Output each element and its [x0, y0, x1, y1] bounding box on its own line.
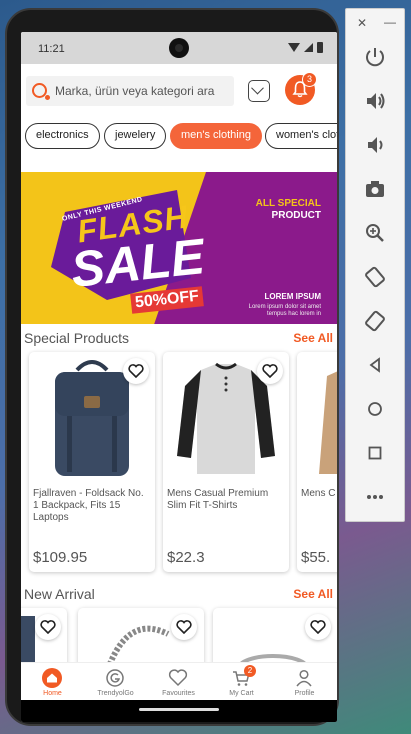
minimize-icon[interactable]: —	[384, 15, 396, 29]
zoom-icon[interactable]	[361, 219, 389, 247]
search-placeholder: Marka, ürün veya kategori ara	[55, 84, 215, 98]
heart-icon	[262, 364, 278, 378]
nav-label: Profile	[294, 690, 315, 697]
rotate-left-icon[interactable]	[361, 263, 389, 291]
bottom-navigation: Home TrendyolGo Favourites 2 My Cart Pro…	[21, 662, 337, 700]
product-card[interactable]: Fjallraven - Foldsack No. 1 Backpack, Fi…	[29, 352, 155, 572]
signal-icon	[304, 43, 313, 52]
status-icons	[288, 42, 323, 53]
product-name: Fjallraven - Foldsack No. 1 Backpack, Fi…	[33, 488, 144, 523]
nav-my-cart[interactable]: 2 My Cart	[210, 663, 273, 701]
status-time: 11:21	[38, 43, 65, 55]
heart-icon	[40, 620, 56, 634]
heart-icon	[310, 620, 326, 634]
special-products-title: Special Products	[24, 330, 130, 346]
battery-icon	[317, 42, 323, 53]
nav-label: My Cart	[229, 690, 254, 697]
favorite-button[interactable]	[35, 614, 61, 640]
wifi-icon	[288, 43, 300, 52]
product-card[interactable]: Mens Casual Premium Slim Fit T-Shirts $2…	[163, 352, 289, 572]
nav-label: TrendyolGo	[97, 690, 134, 697]
gesture-bar	[21, 700, 337, 722]
nav-trendyolgo[interactable]: TrendyolGo	[84, 663, 147, 701]
nav-label: Home	[43, 690, 62, 697]
chip-mens-clothing[interactable]: men's clothing	[170, 123, 262, 149]
flash-sale-banner[interactable]: ONLY THIS WEEKEND FLASH SALE 50%OFF ALL …	[21, 172, 337, 324]
back-icon[interactable]	[361, 351, 389, 379]
favorite-button[interactable]	[305, 614, 331, 640]
chip-womens-clothing[interactable]: women's clothing	[265, 123, 337, 149]
product-image-jacket	[319, 371, 337, 474]
banner-side-subtitle: PRODUCT	[271, 210, 321, 221]
heart-icon	[128, 364, 144, 378]
favorite-button[interactable]	[123, 358, 149, 384]
nav-label: Favourites	[162, 690, 195, 697]
toolbar-header: ✕ —	[346, 9, 406, 37]
cart-badge: 2	[244, 665, 256, 677]
camera-icon[interactable]	[361, 175, 389, 203]
product-card[interactable]: Mens C $55.	[297, 352, 337, 572]
chip-jewelery[interactable]: jewelery	[104, 123, 167, 149]
front-camera	[169, 38, 189, 58]
more-icon[interactable]	[361, 483, 389, 511]
nav-favourites[interactable]: Favourites	[147, 663, 210, 701]
banner-footer-text: Lorem ipsum dolor sit amet tempus hac lo…	[248, 304, 321, 317]
heart-icon	[176, 620, 192, 634]
home-circle-icon[interactable]	[361, 395, 389, 423]
volume-down-icon[interactable]	[361, 131, 389, 159]
power-icon[interactable]	[361, 43, 389, 71]
app-screen: 11:21 Marka, ürün veya kategori ara 3 el…	[21, 32, 337, 722]
product-price: $22.3	[167, 549, 205, 566]
product-name: Mens C	[301, 488, 336, 499]
phone-frame: 11:21 Marka, ürün veya kategori ara 3 el…	[5, 8, 339, 726]
home-icon	[42, 668, 62, 688]
search-input[interactable]: Marka, ürün veya kategori ara	[26, 76, 234, 106]
mail-icon[interactable]	[248, 80, 270, 102]
notification-badge: 3	[302, 72, 317, 87]
special-products-see-all[interactable]: See All	[293, 331, 333, 345]
product-name: Mens Casual Premium Slim Fit T-Shirts	[167, 488, 269, 511]
emulator-toolbar: ✕ —	[345, 8, 405, 522]
favorite-button[interactable]	[171, 614, 197, 640]
search-header: Marka, ürün veya kategori ara 3	[21, 64, 337, 114]
profile-icon	[296, 669, 312, 687]
favorite-button[interactable]	[257, 358, 283, 384]
new-arrival-see-all[interactable]: See All	[293, 587, 333, 601]
banner-side-title: ALL SPECIAL	[255, 198, 321, 209]
product-price: $55.	[301, 549, 331, 566]
chip-electronics[interactable]: electronics	[25, 123, 100, 149]
nav-profile[interactable]: Profile	[273, 663, 336, 701]
rotate-right-icon[interactable]	[361, 307, 389, 335]
heart-icon	[168, 669, 188, 687]
new-arrival-title: New Arrival	[24, 586, 95, 602]
volume-up-icon[interactable]	[361, 87, 389, 115]
go-icon	[106, 669, 124, 687]
search-icon	[32, 83, 50, 100]
nav-home[interactable]: Home	[21, 663, 84, 701]
gesture-handle[interactable]	[139, 708, 219, 711]
product-price: $109.95	[33, 549, 88, 566]
overview-icon[interactable]	[361, 439, 389, 467]
close-icon[interactable]: ✕	[357, 16, 367, 30]
banner-footer-title: LOREM IPSUM	[264, 292, 321, 301]
category-chips: electronics jewelery men's clothing wome…	[21, 122, 337, 152]
status-bar: 11:21	[21, 32, 337, 64]
